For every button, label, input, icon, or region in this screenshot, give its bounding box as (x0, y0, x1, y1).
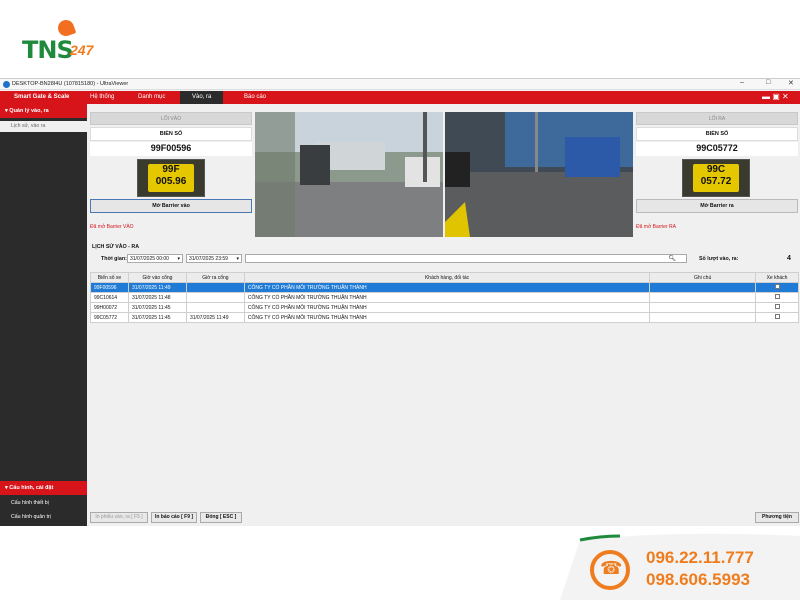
exit-lane-label: LỐI RA (636, 112, 798, 125)
logo-number: 247 (70, 42, 94, 58)
exit-camera-feed (445, 112, 633, 237)
entry-plate-label: BIỂN SỐ (90, 127, 252, 141)
sidebar: ▾ Quản lý vào, ra Lịch sử, vào ra ▾ Cấu … (0, 104, 87, 526)
print-report-button[interactable]: In báo cáo [ F9 ] (151, 512, 197, 523)
title-bar: DESKTOP-BN28I4U (107815180) - UltraViewe… (0, 79, 800, 90)
calendar-icon: ▾ (236, 256, 239, 262)
phone-number-2: 098.606.5993 (646, 570, 750, 589)
main-content: LỐI VÀO BIỂN SỐ 99F00596 99F 005.96 Mở Ba… (87, 104, 800, 526)
exit-plate-number: 99C05772 (636, 142, 798, 156)
menu-bar: Smart Gate & Scale Hệ thống Danh mục Vào… (0, 91, 800, 104)
sidebar-section-vao-ra[interactable]: ▾ Quản lý vào, ra (0, 104, 87, 118)
sidebar-section-cau-hinh[interactable]: ▾ Cấu hình, cài đặt (0, 481, 87, 495)
menu-vao-ra[interactable]: Vào, ra (180, 91, 224, 104)
app-name: Smart Gate & Scale (14, 94, 70, 100)
sidebar-item-lich-su[interactable]: Lịch sử, vào ra (0, 121, 87, 132)
time-label: Thời gian: (101, 256, 127, 262)
table-row[interactable]: 99F00596 31/07/2025 11:49 CÔNG TY CỔ PHẦN … (90, 282, 799, 293)
brand-logo: TNS 247 (22, 17, 102, 64)
exit-plate-image: 99C 057.72 (682, 159, 750, 197)
passenger-checkbox[interactable] (774, 304, 780, 309)
logo-text: TNS (22, 36, 74, 64)
history-title: LỊCH SỬ VÀO - RA (92, 244, 140, 250)
open-entry-barrier-button[interactable]: Mở Barrier vào (90, 199, 252, 213)
col-note[interactable]: Ghi chú (649, 272, 757, 283)
sidebar-item-thiet-bi[interactable]: Cấu hình thiết bị (0, 498, 87, 509)
entry-plate-image: 99F 005.96 (137, 159, 205, 197)
vehicles-button[interactable]: Phương tiện (755, 512, 799, 523)
table-row[interactable]: 99H00072 31/07/2025 11:45 CÔNG TY CỔ PHẦN … (90, 302, 799, 313)
exit-status: Đã mở Barrier RA (636, 224, 676, 230)
table-row[interactable]: 99C10614 31/07/2025 11:48 CÔNG TY CỔ PHẦN … (90, 292, 799, 303)
open-exit-barrier-button[interactable]: Mở Barrier ra (636, 199, 798, 213)
menu-he-thong[interactable]: Hệ thống (90, 94, 114, 100)
window-title: DESKTOP-BN28I4U (107815180) - UltraViewe… (12, 81, 129, 87)
col-in-time[interactable]: Giờ vào cổng (127, 272, 187, 283)
minimize-icon[interactable]: – (740, 79, 744, 86)
calendar-icon: ▾ (177, 256, 180, 262)
passenger-checkbox[interactable] (774, 284, 780, 289)
window-controls-icon[interactable]: ▬ ▣ ✕ (762, 92, 789, 101)
contact-banner: ☎ 096.22.11.777 098.606.5993 (560, 530, 800, 600)
app-icon (3, 81, 10, 88)
col-customer[interactable]: Khách hàng, đối tác (243, 272, 651, 283)
entry-status: Đã mở Barrier VÀO (90, 224, 134, 230)
maximize-icon[interactable]: □ (766, 79, 770, 86)
print-ticket-button[interactable]: In phiếu vào, ra [ F5 ] (90, 512, 148, 523)
entry-lane-label: LỐI VÀO (90, 112, 252, 125)
passenger-checkbox[interactable] (774, 314, 780, 319)
date-to-input[interactable]: 31/07/2025 23:59 ▾ (186, 254, 242, 263)
close-button[interactable]: Đóng [ ESC ] (200, 512, 242, 523)
search-input[interactable]: 🔍︎ (245, 254, 687, 263)
exit-plate-label: BIỂN SỐ (636, 127, 798, 141)
sidebar-item-quan-tri[interactable]: Cấu hình quản trị (0, 512, 87, 523)
phone-number-1: 096.22.11.777 (646, 548, 754, 567)
menu-danh-muc[interactable]: Danh mục (138, 94, 165, 100)
col-plate[interactable]: Biển số xe (90, 272, 129, 283)
history-table: Biển số xe Giờ vào cổng Giờ ra cổng Khác… (90, 272, 799, 323)
remote-window: DESKTOP-BN28I4U (107815180) - UltraViewe… (0, 78, 800, 526)
col-out-time[interactable]: Giờ ra cổng (185, 272, 245, 283)
count-label: Số lượt vào, ra: (699, 256, 739, 262)
count-value: 4 (787, 255, 791, 262)
entry-camera-feed (255, 112, 443, 237)
col-passenger[interactable]: Xe khách (755, 272, 799, 283)
table-row[interactable]: 99C05772 31/07/2025 11:45 31/07/2025 11:49… (90, 312, 799, 323)
close-icon[interactable]: ✕ (788, 79, 794, 87)
phone-icon: ☎ (600, 558, 623, 578)
date-from-input[interactable]: 31/07/2025 00:00 ▾ (127, 254, 183, 263)
search-icon[interactable]: 🔍︎ (668, 255, 676, 262)
passenger-checkbox[interactable] (774, 294, 780, 299)
menu-bao-cao[interactable]: Báo cáo (244, 94, 266, 100)
entry-plate-number: 99F00596 (90, 142, 252, 156)
